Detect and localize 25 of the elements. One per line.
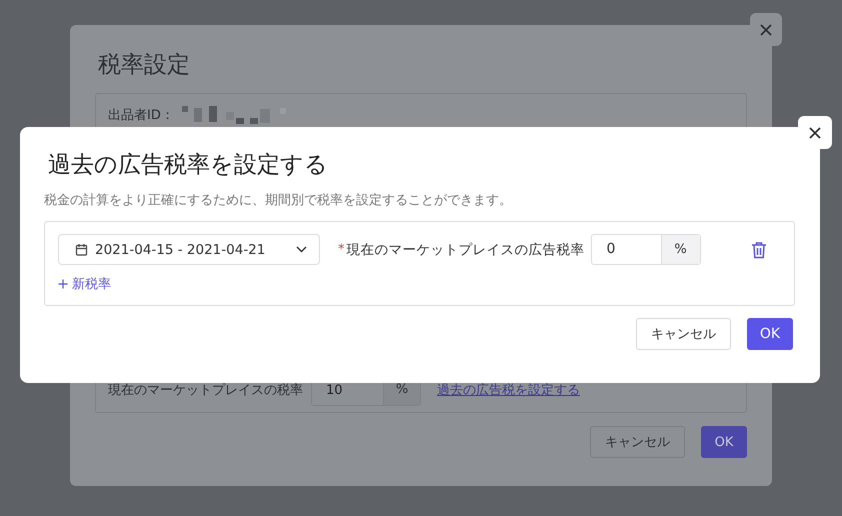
date-range-picker[interactable]: 2021-04-15 - 2021-04-21 [58,234,320,265]
tax-rate-value: 10 [325,382,344,400]
cancel-button[interactable]: キャンセル [636,318,731,350]
past-tax-link[interactable]: 過去の広告税を設定する [437,381,580,399]
close-icon [759,22,773,36]
add-rate-link[interactable]: 新税率 [58,275,111,293]
dialog-title: 過去の広告税率を設定する [48,151,329,180]
ad-tax-rate-field[interactable]: 0 % [590,234,700,265]
chevron-down-icon [296,246,307,253]
tax-rate-label: 現在のマーケットプレイスの税率 [108,382,303,399]
ok-button[interactable]: OK [747,318,793,350]
percent-unit: % [660,235,700,264]
date-range-value: 2021-04-15 - 2021-04-21 [95,242,266,258]
cancel-button[interactable]: キャンセル [590,426,685,458]
seller-id-label: 出品者ID： [108,107,174,124]
dialog-title: 税率設定 [98,51,191,80]
required-mark: * [338,242,344,257]
ad-tax-rate-label: 現在のマーケットプレイスの広告税率 [346,240,584,258]
ad-tax-rate-value: 0 [606,240,616,259]
calendar-icon [75,243,88,256]
plus-icon [58,279,68,289]
dialog-description: 税金の計算をより正確にするために、期間別で税率を設定することができます。 [44,192,513,209]
trash-icon[interactable] [751,240,767,258]
close-icon [808,126,822,140]
ok-button[interactable]: OK [701,426,747,458]
